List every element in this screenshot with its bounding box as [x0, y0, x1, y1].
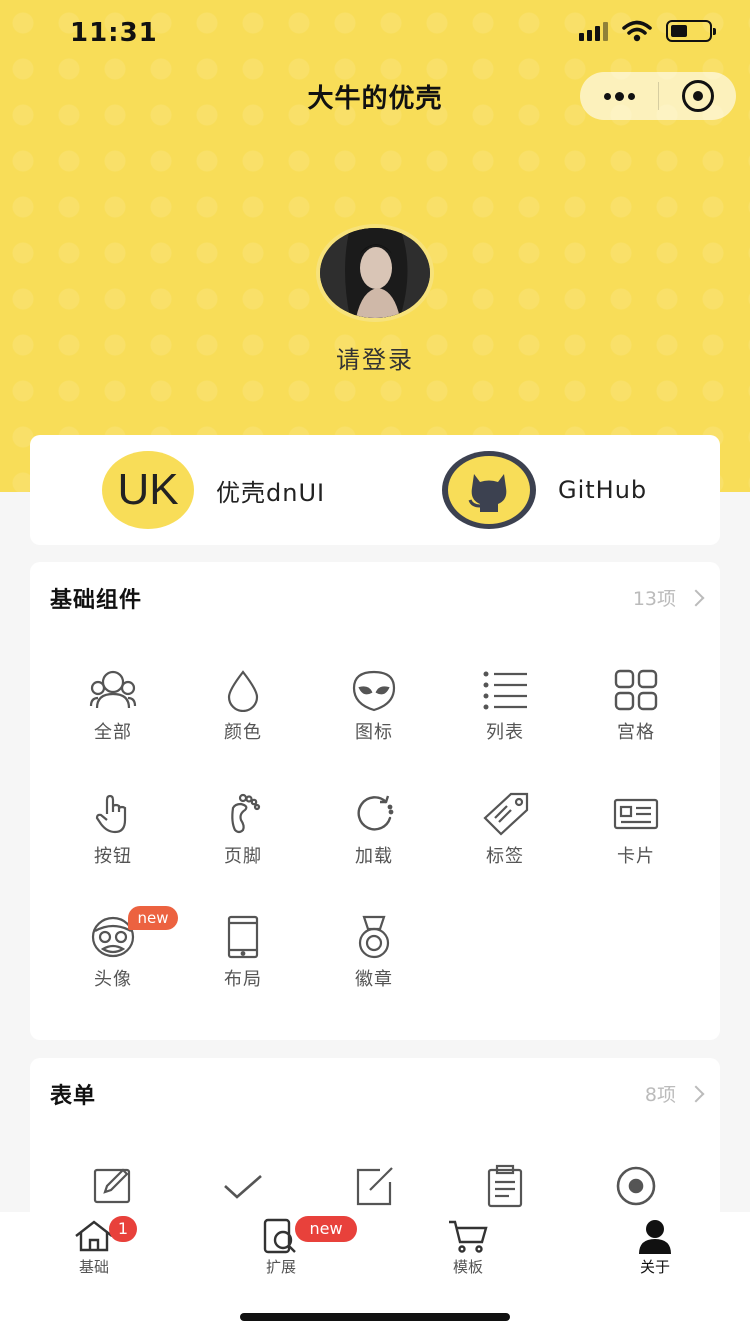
github-label: GitHub: [558, 476, 648, 504]
grid-item-color[interactable]: 颜色: [188, 668, 298, 758]
grid-item-loading[interactable]: 加载: [319, 792, 429, 882]
tab-badge-new: new: [295, 1216, 357, 1242]
links-card: UK 优壳dnUI GitHub: [30, 435, 720, 545]
card-icon: [613, 798, 659, 830]
chevron-right-icon: [687, 1085, 705, 1102]
tag-icon: [483, 792, 529, 836]
status-bar: 11:31: [0, 0, 750, 68]
compose-icon: [356, 1167, 393, 1206]
youke-link[interactable]: UK 优壳dnUI: [102, 451, 325, 529]
github-icon: [442, 451, 536, 529]
grid-item-button[interactable]: 按钮: [58, 792, 168, 882]
medal-icon: [358, 915, 390, 959]
grid-item-all[interactable]: 全部: [58, 668, 168, 758]
status-icons: [579, 20, 716, 42]
grid-icon: [614, 669, 658, 711]
uk-logo: UK: [102, 451, 194, 529]
tab-about[interactable]: 关于: [600, 1218, 710, 1277]
grid-item-list[interactable]: 列表: [450, 668, 560, 758]
home-indicator: [240, 1313, 510, 1321]
user-icon: [639, 1220, 671, 1254]
grid-item-card[interactable]: 卡片: [581, 792, 691, 882]
grid-item-footer[interactable]: 页脚: [188, 792, 298, 882]
cart-icon: [449, 1220, 488, 1253]
login-prompt[interactable]: 请登录: [0, 340, 750, 375]
avatar-photo: [320, 228, 430, 318]
wifi-icon: [622, 20, 652, 42]
section-count: 13项: [632, 588, 676, 610]
new-badge: new: [128, 906, 178, 930]
clipboard-icon: [487, 1164, 523, 1208]
grid-item-tag[interactable]: 标签: [450, 792, 560, 882]
avatar[interactable]: [316, 224, 434, 322]
more-menu-button[interactable]: [580, 72, 658, 120]
grid-item-layout[interactable]: 布局: [188, 915, 298, 1005]
tab-badge-count: 1: [109, 1216, 137, 1242]
tab-template[interactable]: 模板: [413, 1218, 523, 1277]
check-icon: [224, 1175, 262, 1199]
tablet-icon: [227, 915, 259, 959]
tap-icon: [95, 794, 127, 834]
grid-item-icon[interactable]: 图标: [319, 668, 429, 758]
edit-icon: [93, 1168, 131, 1204]
group-icon: [89, 670, 137, 709]
battery-icon: [666, 20, 716, 42]
mini-program-capsule: [580, 72, 736, 120]
footprint-icon: [231, 793, 261, 834]
signal-icon: [579, 21, 608, 41]
drop-icon: [227, 670, 259, 712]
chevron-right-icon: [687, 589, 705, 606]
alien-icon: [352, 670, 396, 712]
section-count: 8项: [644, 1084, 676, 1106]
github-link[interactable]: GitHub: [442, 451, 647, 529]
section-title: 表单: [50, 1084, 97, 1109]
grid-item-grid[interactable]: 宫格: [581, 668, 691, 758]
radio-icon: [616, 1166, 656, 1206]
list-icon: [483, 671, 527, 710]
loading-icon: [357, 795, 394, 831]
section-title: 基础组件: [50, 588, 143, 613]
section-more-link[interactable]: 8项: [644, 1080, 705, 1107]
youke-label: 优壳dnUI: [216, 478, 326, 507]
grid-item-badge[interactable]: 徽章: [319, 915, 429, 1005]
section-more-link[interactable]: 13项: [632, 584, 705, 611]
close-button[interactable]: [659, 72, 736, 120]
basic-components-section: 基础组件 13项 全部 颜色 图标 列表 宫格 按钮 页脚 加载 标签 卡片 头…: [30, 562, 720, 1040]
target-icon: [681, 80, 714, 112]
status-time: 11:31: [70, 18, 158, 48]
